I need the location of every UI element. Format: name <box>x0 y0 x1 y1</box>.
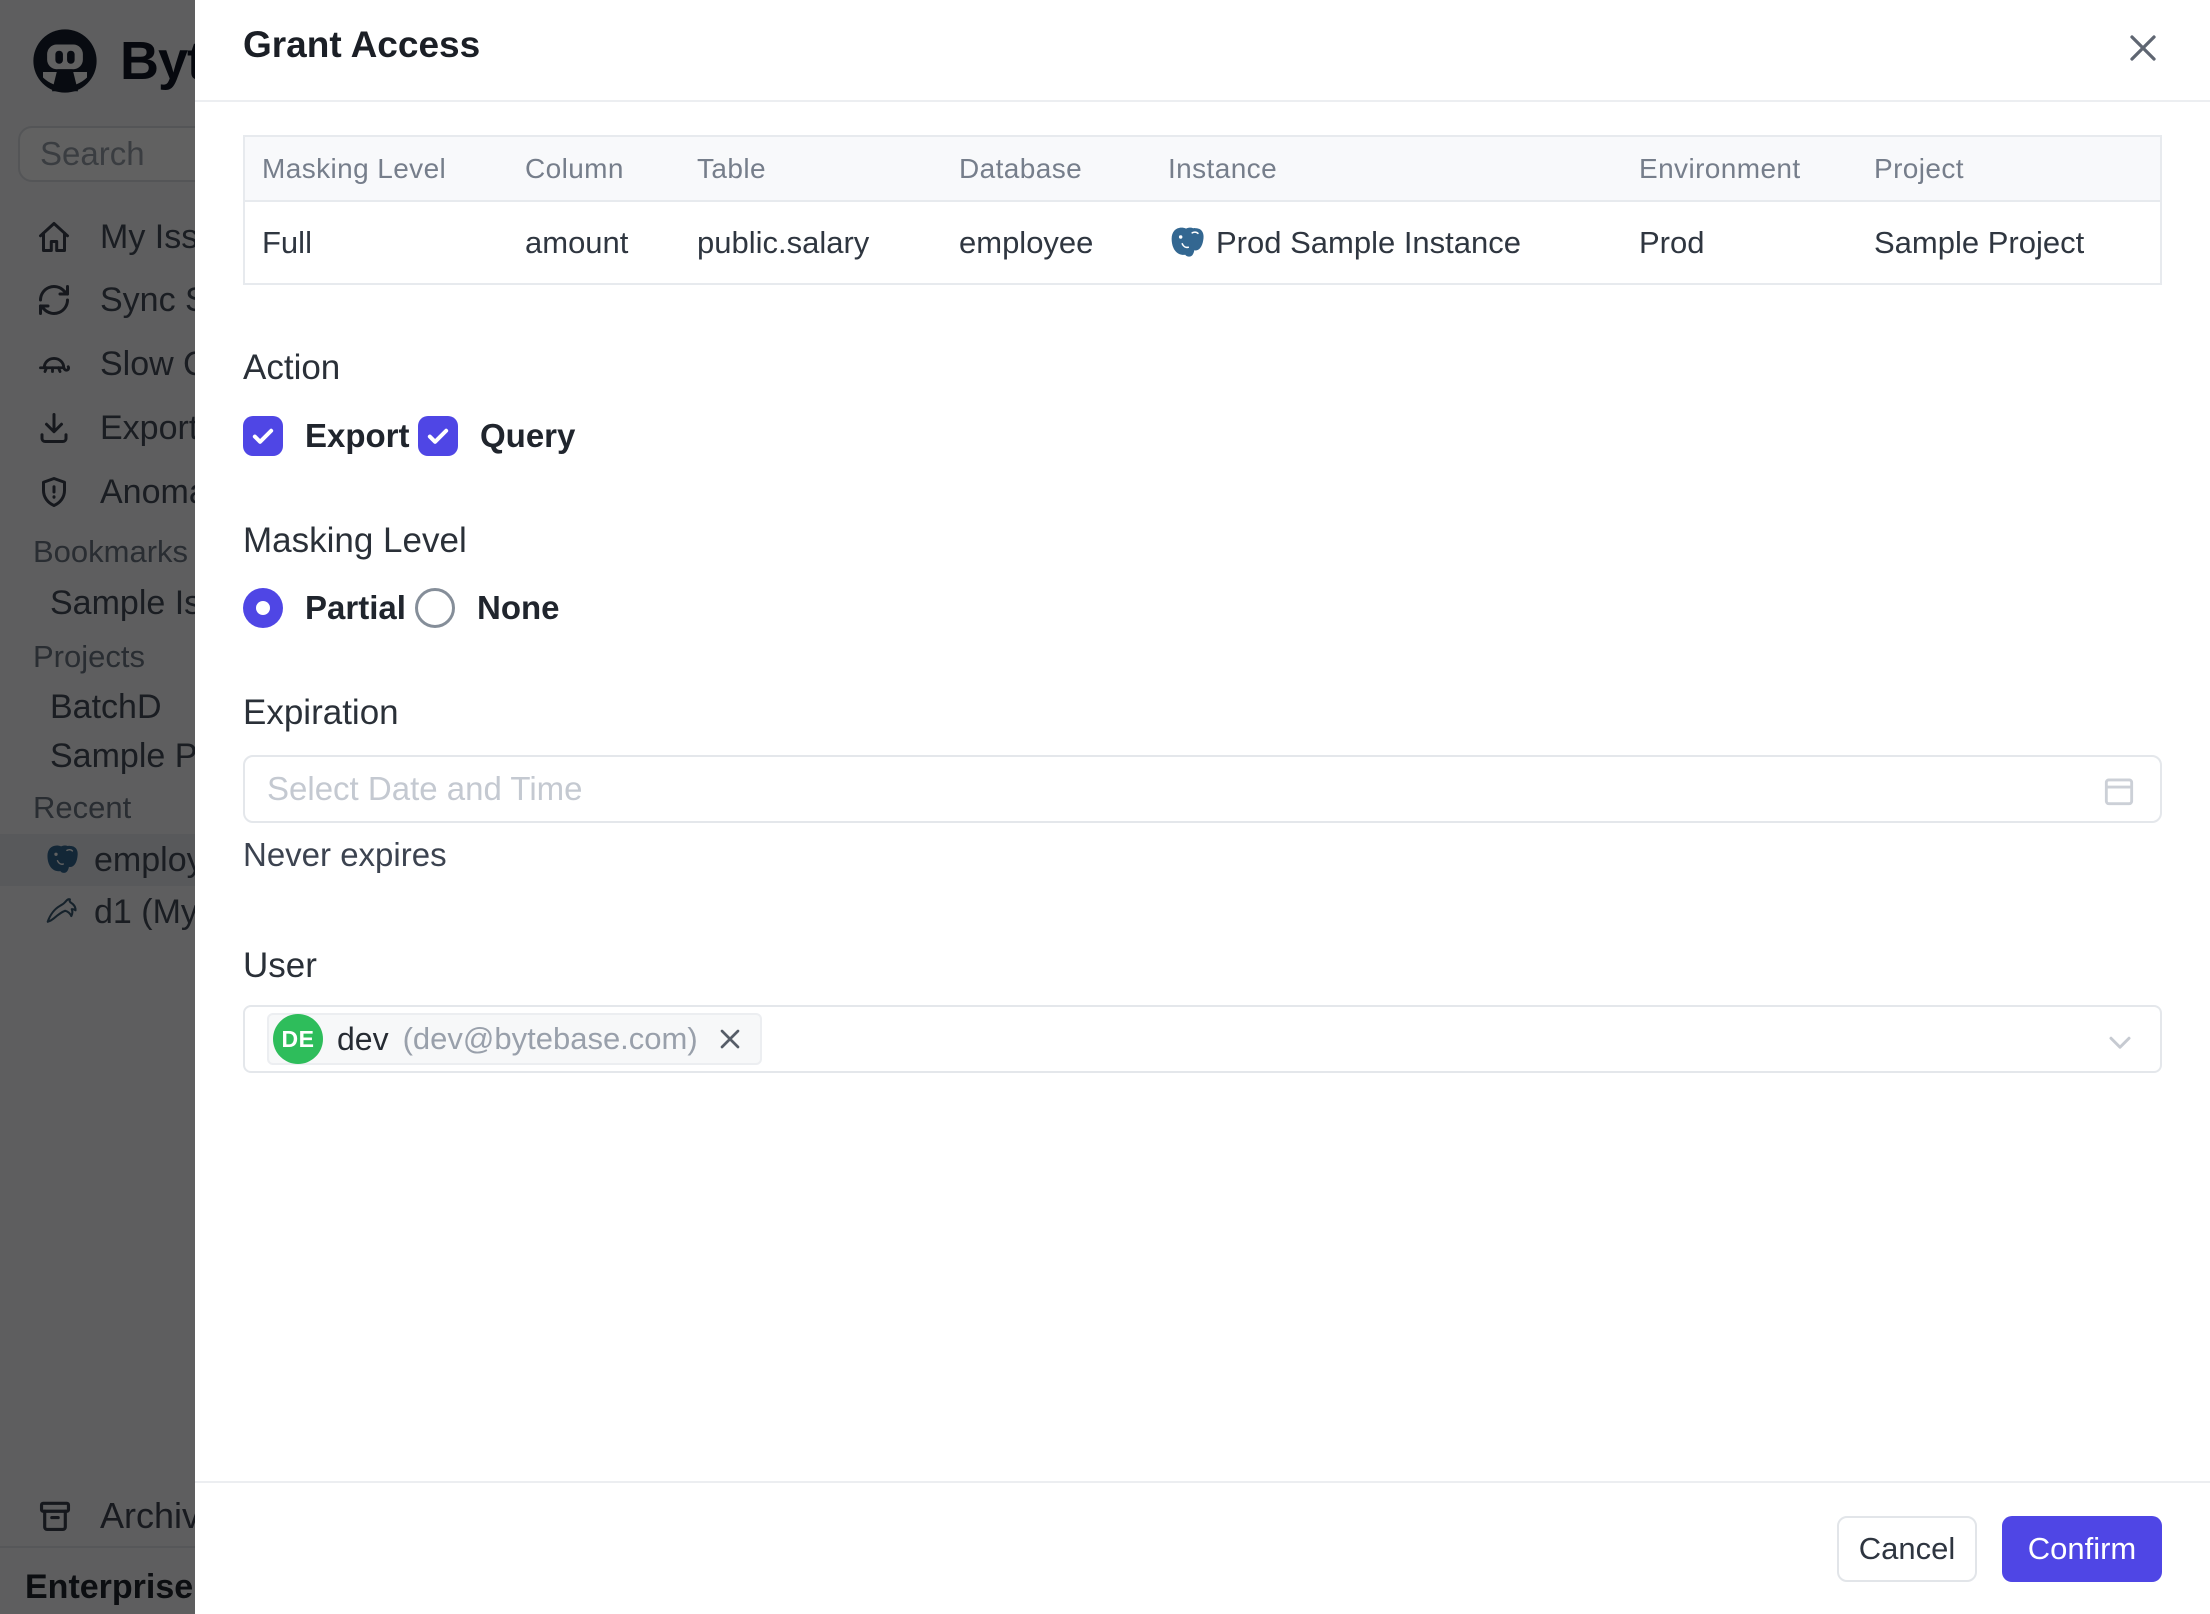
calendar-icon[interactable] <box>2100 772 2138 810</box>
expiration-date-picker[interactable] <box>243 755 2162 823</box>
cell-environment: Prod <box>1639 224 1705 260</box>
col-header-database: Database <box>959 152 1083 184</box>
user-email: (dev@bytebase.com) <box>402 1021 698 1056</box>
cancel-button[interactable]: Cancel <box>1837 1516 1977 1582</box>
modal-overlay[interactable] <box>0 0 195 1614</box>
col-header-table: Table <box>697 152 766 184</box>
postgres-icon <box>1171 227 1204 257</box>
partial-label: Partial <box>305 589 406 626</box>
confirm-button[interactable]: Confirm <box>2002 1516 2162 1582</box>
col-header-instance: Instance <box>1168 152 1278 184</box>
user-select[interactable]: DE dev (dev@bytebase.com) <box>243 1005 2162 1073</box>
none-label: None <box>477 589 560 626</box>
col-header-masking-level: Masking Level <box>262 152 447 184</box>
close-icon[interactable] <box>2121 26 2165 70</box>
user-tag: DE dev (dev@bytebase.com) <box>267 1013 762 1065</box>
header-divider <box>195 100 2210 102</box>
col-header-project: Project <box>1874 152 1964 184</box>
col-header-environment: Environment <box>1639 152 1801 184</box>
partial-radio-group[interactable]: Partial <box>243 585 406 631</box>
cell-project: Sample Project <box>1874 224 2085 260</box>
resource-table-header: Masking Level Column Table Database Inst… <box>245 137 2160 202</box>
expiration-hint: Never expires <box>243 836 447 873</box>
user-name: dev <box>337 1020 389 1057</box>
check-icon <box>252 428 274 444</box>
chevron-down-icon[interactable] <box>2102 1024 2138 1060</box>
query-label: Query <box>480 417 576 454</box>
table-row: Full amount public.salary employee Prod … <box>245 202 2160 283</box>
cell-masking-level: Full <box>262 224 312 260</box>
export-label: Export <box>305 417 410 454</box>
query-checkbox[interactable] <box>418 416 458 456</box>
masking-level-heading: Masking Level <box>243 521 467 560</box>
query-checkbox-group[interactable]: Query <box>418 413 575 459</box>
none-radio[interactable] <box>415 588 455 628</box>
none-radio-group[interactable]: None <box>415 585 560 631</box>
avatar: DE <box>273 1014 323 1064</box>
footer-divider <box>195 1481 2210 1483</box>
modal-title: Grant Access <box>243 24 481 65</box>
cell-table: public.salary <box>697 224 870 260</box>
check-icon <box>427 428 449 444</box>
user-heading: User <box>243 946 317 985</box>
cell-instance: Prod Sample Instance <box>1151 224 1622 262</box>
col-header-column: Column <box>525 152 624 184</box>
export-checkbox-group[interactable]: Export <box>243 413 410 459</box>
resource-table: Masking Level Column Table Database Inst… <box>243 135 2162 285</box>
action-heading: Action <box>243 348 341 387</box>
export-checkbox[interactable] <box>243 416 283 456</box>
remove-user-icon[interactable] <box>714 1023 746 1055</box>
cell-column: amount <box>525 224 629 260</box>
partial-radio[interactable] <box>243 588 283 628</box>
grant-access-modal: Grant Access Masking Level Column Table … <box>195 0 2210 1614</box>
cell-database: employee <box>959 224 1094 260</box>
expiration-input[interactable] <box>267 770 1967 808</box>
expiration-heading: Expiration <box>243 693 399 732</box>
instance-name: Prod Sample Instance <box>1216 224 1522 260</box>
